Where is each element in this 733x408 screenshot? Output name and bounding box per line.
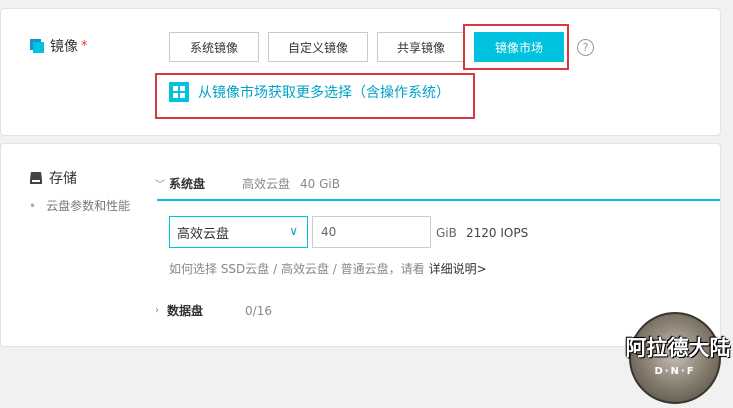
data-disk-count: 0/16 xyxy=(245,303,272,318)
disk-help-row: 如何选择 SSD云盘 / 高效云盘 / 普通云盘，请看 详细说明> xyxy=(169,260,487,277)
tab-label: 自定义镜像 xyxy=(287,40,348,55)
storage-section-header: 存储 xyxy=(29,168,77,188)
storage-section-card: 存储 • 云盘参数和性能 ﹀ 系统盘 高效云盘 40 GiB 高效云盘 ∨ Gi… xyxy=(0,143,721,347)
help-glyph: ? xyxy=(582,41,589,54)
data-disk-header[interactable]: › 数据盘 0/16 xyxy=(155,302,272,319)
required-mark: * xyxy=(81,38,88,54)
tab-shared-image[interactable]: 共享镜像 xyxy=(377,32,465,62)
grid-icon xyxy=(169,82,189,102)
tab-system-image[interactable]: 系统镜像 xyxy=(169,32,259,62)
data-disk-label: 数据盘 xyxy=(167,304,204,318)
annotation-box-market-tab xyxy=(463,24,569,70)
storage-subtitle-row: • 云盘参数和性能 xyxy=(29,197,130,214)
disk-iops: 2120 IOPS xyxy=(466,226,529,240)
image-section-title: 镜像 xyxy=(50,39,78,55)
watermark-sub: D·N·F xyxy=(654,366,696,377)
system-disk-header[interactable]: ﹀ 系统盘 高效云盘 40 GiB xyxy=(155,175,340,192)
disk-help-link[interactable]: 详细说明> xyxy=(429,260,487,277)
watermark-text: 阿拉德大陆 xyxy=(625,335,731,360)
disk-icon xyxy=(30,172,42,184)
disk-size-unit: GiB xyxy=(436,226,457,240)
tab-label: 共享镜像 xyxy=(396,40,445,55)
disk-size-input[interactable] xyxy=(312,216,431,248)
chevron-down-icon: ﹀ xyxy=(155,180,165,191)
watermark-logo: 阿拉德大陆 D·N·F xyxy=(626,312,731,404)
system-disk-divider xyxy=(157,199,720,201)
help-icon[interactable]: ? xyxy=(577,39,594,56)
chevron-down-icon: ∨ xyxy=(289,224,298,238)
disk-type-value: 高效云盘 xyxy=(177,226,230,242)
tab-custom-image[interactable]: 自定义镜像 xyxy=(268,32,368,62)
storage-subtitle: 云盘参数和性能 xyxy=(46,199,131,213)
disk-type-select[interactable]: 高效云盘 ∨ xyxy=(169,216,308,248)
system-disk-type-summary: 高效云盘 xyxy=(242,177,291,191)
image-section-header: 镜像 * xyxy=(29,36,88,56)
system-disk-size-summary: 40 GiB xyxy=(300,176,340,191)
system-disk-label: 系统盘 xyxy=(169,177,206,191)
chevron-right-icon: › xyxy=(155,305,159,316)
image-icon xyxy=(30,39,44,53)
image-section-card: 镜像 * 系统镜像 自定义镜像 共享镜像 镜像市场 ? 从镜像市场获取更多选择（… xyxy=(0,8,721,136)
market-link-row[interactable]: 从镜像市场获取更多选择（含操作系统） xyxy=(169,82,450,102)
market-link[interactable]: 从镜像市场获取更多选择（含操作系统） xyxy=(198,82,450,102)
bullet: • xyxy=(29,198,37,213)
disk-help-text: 如何选择 SSD云盘 / 高效云盘 / 普通云盘，请看 xyxy=(169,262,425,276)
storage-section-title: 存储 xyxy=(49,171,77,187)
tab-label: 系统镜像 xyxy=(189,40,238,55)
